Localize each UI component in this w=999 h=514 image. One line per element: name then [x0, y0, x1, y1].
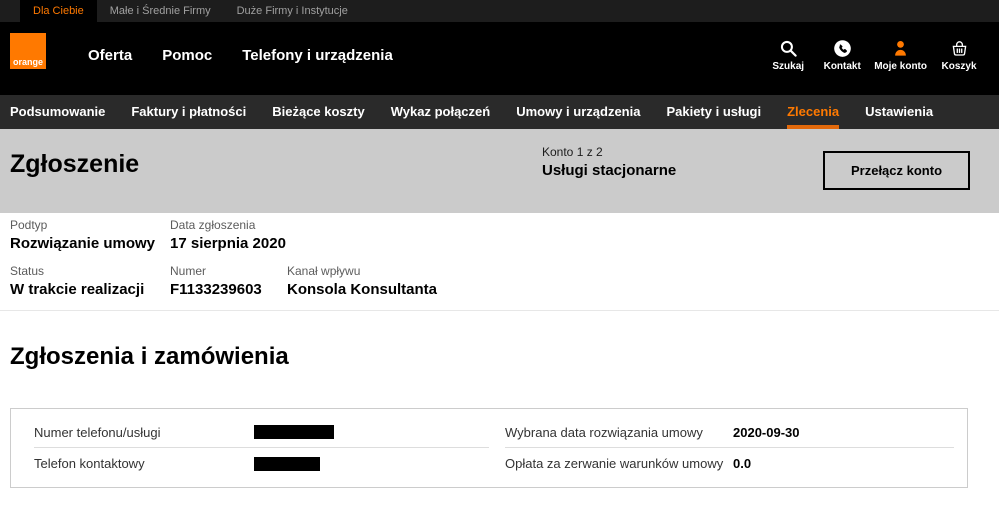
detail-label: Numer	[170, 264, 287, 278]
panel-left-column: Numer telefonu/usługi Telefon kontaktowy	[11, 417, 489, 479]
segment-tab-label: Małe i Średnie Firmy	[110, 5, 211, 17]
detail-label: Kanał wpływu	[287, 264, 437, 278]
contact-label: Kontakt	[824, 61, 861, 72]
account-name: Usługi stacjonarne	[542, 162, 676, 179]
row-label: Telefon kontaktowy	[34, 456, 254, 471]
table-row: Wybrana data rozwiązania umowy 2020-09-3…	[505, 417, 954, 448]
table-row: Numer telefonu/usługi	[34, 417, 489, 448]
contact-button[interactable]: Kontakt	[820, 39, 864, 72]
section-divider	[0, 310, 999, 311]
detail-row: Podtyp Rozwiązanie umowy Data zgłoszenia…	[10, 218, 999, 253]
table-row: Opłata za zerwanie warunków umowy 0.0	[505, 448, 954, 479]
basket-label: Koszyk	[941, 61, 976, 72]
subnav-ustawienia[interactable]: Ustawienia	[865, 95, 933, 129]
subnav-zlecenia[interactable]: Zlecenia	[787, 95, 839, 129]
detail-row: Status W trakcie realizacji Numer F11332…	[10, 264, 999, 299]
nav-item-pomoc[interactable]: Pomoc	[162, 47, 212, 64]
orange-logo-text: orange	[13, 57, 43, 67]
row-value: 2020-09-30	[733, 425, 800, 440]
main-navigation: orange Oferta Pomoc Telefony i urządzeni…	[0, 22, 999, 95]
segment-tab-label: Dla Ciebie	[33, 5, 84, 17]
row-label: Numer telefonu/usługi	[34, 425, 254, 440]
account-counter: Konto 1 z 2	[542, 145, 676, 159]
case-details: Podtyp Rozwiązanie umowy Data zgłoszenia…	[0, 213, 999, 299]
my-account-button[interactable]: Moje konto	[874, 39, 927, 72]
segment-tab-dla-ciebie[interactable]: Dla Ciebie	[20, 0, 97, 22]
account-info: Konto 1 z 2 Usługi stacjonarne	[542, 145, 676, 179]
switch-account-button[interactable]: Przełącz konto	[823, 151, 970, 190]
detail-label: Status	[10, 264, 170, 278]
panel-right-column: Wybrana data rozwiązania umowy 2020-09-3…	[489, 417, 967, 479]
subnav-biezace-koszty[interactable]: Bieżące koszty	[272, 95, 365, 129]
main-nav-items: Oferta Pomoc Telefony i urządzenia	[88, 47, 393, 64]
detail-label: Podtyp	[10, 218, 170, 232]
detail-kanal-wplywu: Kanał wpływu Konsola Konsultanta	[287, 264, 437, 299]
subnav-faktury-platnosci[interactable]: Faktury i płatności	[131, 95, 246, 129]
search-icon	[779, 39, 798, 58]
segment-switch-bar: Dla Ciebie Małe i Średnie Firmy Duże Fir…	[0, 0, 999, 22]
search-label: Szukaj	[772, 61, 804, 72]
redacted-phone-number	[254, 425, 334, 439]
detail-data-zgloszenia: Data zgłoszenia 17 sierpnia 2020	[170, 218, 286, 253]
detail-podtyp: Podtyp Rozwiązanie umowy	[10, 218, 170, 253]
detail-label: Data zgłoszenia	[170, 218, 286, 232]
detail-value: Rozwiązanie umowy	[10, 235, 170, 253]
segment-tab-duze-firmy[interactable]: Duże Firmy i Instytucje	[224, 0, 361, 22]
nav-item-oferta[interactable]: Oferta	[88, 47, 132, 64]
search-button[interactable]: Szukaj	[766, 39, 810, 72]
detail-value: F1133239603	[170, 281, 287, 299]
detail-value: Konsola Konsultanta	[287, 281, 437, 299]
row-label: Opłata za zerwanie warunków umowy	[505, 456, 733, 471]
row-value: 0.0	[733, 456, 751, 471]
order-details-panel: Numer telefonu/usługi Telefon kontaktowy…	[10, 408, 968, 488]
table-row: Telefon kontaktowy	[34, 448, 489, 479]
page-title: Zgłoszenie	[10, 150, 139, 179]
nav-item-telefony[interactable]: Telefony i urządzenia	[242, 47, 393, 64]
row-label: Wybrana data rozwiązania umowy	[505, 425, 733, 440]
nav-icon-group: Szukaj Kontakt Moje konto Koszyk	[766, 39, 981, 72]
subnav-pakiety-uslugi[interactable]: Pakiety i usługi	[666, 95, 761, 129]
segment-tab-male-srednie-firmy[interactable]: Małe i Średnie Firmy	[97, 0, 224, 22]
segment-tab-label: Duże Firmy i Instytucje	[237, 5, 348, 17]
section-title: Zgłoszenia i zamówienia	[10, 343, 999, 371]
subnav-podsumowanie[interactable]: Podsumowanie	[10, 95, 105, 129]
detail-value: 17 sierpnia 2020	[170, 235, 286, 253]
redacted-contact-phone	[254, 457, 320, 471]
my-account-icon	[891, 39, 910, 58]
account-subnav: Podsumowanie Faktury i płatności Bieżące…	[0, 95, 999, 129]
subnav-umowy-urzadzenia[interactable]: Umowy i urządzenia	[516, 95, 640, 129]
subnav-wykaz-polaczen[interactable]: Wykaz połączeń	[391, 95, 490, 129]
orange-logo[interactable]: orange	[10, 33, 46, 69]
my-account-label: Moje konto	[874, 61, 927, 72]
detail-numer: Numer F1133239603	[170, 264, 287, 299]
basket-icon	[950, 39, 969, 58]
detail-value: W trakcie realizacji	[10, 281, 170, 299]
basket-button[interactable]: Koszyk	[937, 39, 981, 72]
page-header-band: Zgłoszenie Konto 1 z 2 Usługi stacjonarn…	[0, 129, 999, 213]
detail-status: Status W trakcie realizacji	[10, 264, 170, 299]
contact-phone-icon	[833, 39, 852, 58]
